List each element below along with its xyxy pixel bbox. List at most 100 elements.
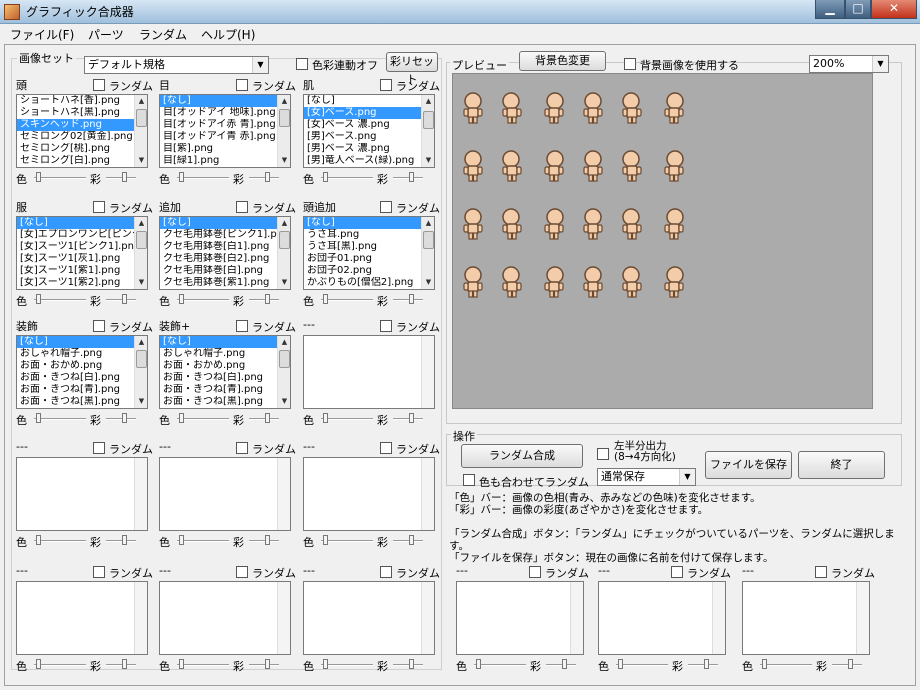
parts-listbox[interactable] <box>159 581 291 655</box>
random-checkbox[interactable] <box>93 320 105 332</box>
list-item[interactable]: 目[オッドアイ青 赤].png <box>160 131 277 143</box>
saturation-slider-knob[interactable] <box>409 413 414 423</box>
list-item[interactable]: [なし] <box>304 95 421 107</box>
hue-slider-track[interactable] <box>321 664 373 666</box>
hue-slider-knob[interactable] <box>179 172 184 182</box>
list-item[interactable]: [女]ベース.png <box>304 107 421 119</box>
save-file-button[interactable]: ファイルを保存 <box>705 451 792 479</box>
menu-parts[interactable]: パーツ <box>88 26 124 43</box>
hue-slider-knob[interactable] <box>36 294 41 304</box>
scroll-up-icon[interactable]: ▲ <box>136 218 147 229</box>
list-item[interactable]: セミロング[桃].png <box>17 143 134 155</box>
scroll-thumb[interactable] <box>279 109 290 127</box>
parts-listbox[interactable] <box>16 457 148 531</box>
list-item[interactable]: [女]スーツ1[紫1].png <box>17 265 134 277</box>
saturation-slider-track[interactable] <box>393 418 423 420</box>
list-item[interactable]: お面・きつね[青].png <box>160 384 277 396</box>
hue-slider-track[interactable] <box>321 418 373 420</box>
hue-slider-track[interactable] <box>34 418 86 420</box>
saturation-slider-track[interactable] <box>106 664 136 666</box>
saturation-slider-knob[interactable] <box>409 294 414 304</box>
saturation-slider-knob[interactable] <box>122 659 127 669</box>
random-checkbox[interactable] <box>380 442 392 454</box>
list-item[interactable]: うさ耳[黒].png <box>304 241 421 253</box>
list-item[interactable]: お団子01.png <box>304 253 421 265</box>
hue-slider-track[interactable] <box>177 540 229 542</box>
list-item[interactable]: おしゃれ帽子.png <box>160 348 277 360</box>
list-item[interactable]: お面・きつね[黒].png <box>17 396 134 408</box>
hue-slider-track[interactable] <box>177 299 229 301</box>
close-button[interactable]: ✕ <box>871 0 917 19</box>
list-item[interactable]: [なし] <box>160 336 277 348</box>
saturation-slider-track[interactable] <box>106 418 136 420</box>
saturation-slider-knob[interactable] <box>704 659 709 669</box>
scroll-down-icon[interactable]: ▼ <box>136 277 147 288</box>
list-item[interactable]: おしゃれ帽子.png <box>17 348 134 360</box>
saturation-reset-button[interactable]: 彩リセット <box>386 52 438 86</box>
hue-slider-track[interactable] <box>616 664 668 666</box>
scroll-thumb[interactable] <box>423 111 434 129</box>
hue-slider-knob[interactable] <box>476 659 481 669</box>
list-item[interactable]: お面・きつね[白].png <box>17 372 134 384</box>
hue-slider-knob[interactable] <box>36 172 41 182</box>
parts-listbox[interactable]: [なし] クセ毛用鉢巻[ピンク1].png クセ毛用鉢巻[白1].png クセ毛用鉢巻… <box>159 216 291 290</box>
list-item[interactable]: [女]スーツ1[紫2].png <box>17 277 134 289</box>
color-link-checkbox[interactable] <box>296 58 308 70</box>
list-item[interactable]: セミロング[白].png <box>17 155 134 167</box>
hue-slider-knob[interactable] <box>179 294 184 304</box>
menu-file[interactable]: ファイル(F) <box>10 26 74 43</box>
hue-slider-track[interactable] <box>34 540 86 542</box>
list-item[interactable]: 目[オッドアイ 地味].png <box>160 107 277 119</box>
random-checkbox[interactable] <box>815 566 827 578</box>
saturation-slider-knob[interactable] <box>122 535 127 545</box>
list-item[interactable]: うさ耳.png <box>304 229 421 241</box>
menu-help[interactable]: ヘルプ(H) <box>201 26 255 43</box>
parts-listbox[interactable]: [なし] うさ耳.png うさ耳[黒].png お団子01.png お団子02.png か… <box>303 216 435 290</box>
scroll-thumb[interactable] <box>136 231 147 249</box>
minimize-button[interactable]: ▁ <box>815 0 845 19</box>
hue-slider-knob[interactable] <box>618 659 623 669</box>
list-item[interactable]: かぶりもの[僧侶2].png <box>304 277 421 289</box>
list-item[interactable]: 目[紫].png <box>160 143 277 155</box>
random-compose-button[interactable]: ランダム合成 <box>461 444 583 468</box>
scroll-up-icon[interactable]: ▲ <box>279 96 290 107</box>
use-bg-image-checkbox[interactable] <box>624 58 636 70</box>
parts-listbox[interactable]: [なし][女]エプロンワンピ[ピンク].png[女]スーツ1[ピンク1].png… <box>16 216 148 290</box>
list-item[interactable]: [なし] <box>17 336 134 348</box>
hue-slider-knob[interactable] <box>36 659 41 669</box>
saturation-slider-track[interactable] <box>249 540 279 542</box>
random-checkbox[interactable] <box>236 566 248 578</box>
list-item[interactable]: クセ毛用鉢巻[紫1].png <box>160 277 277 289</box>
list-item[interactable]: [なし] <box>160 95 277 107</box>
scroll-down-icon[interactable]: ▼ <box>279 155 290 166</box>
scroll-down-icon[interactable]: ▼ <box>136 396 147 407</box>
saturation-slider-knob[interactable] <box>265 172 270 182</box>
exit-button[interactable]: 終了 <box>798 451 885 479</box>
list-item[interactable]: お団子02.png <box>304 265 421 277</box>
scrollbar[interactable]: ▲ ▼ <box>277 95 290 167</box>
scroll-up-icon[interactable]: ▲ <box>136 96 147 107</box>
scrollbar[interactable]: ▲ ▼ <box>421 95 434 167</box>
scrollbar[interactable]: ▲ ▼ <box>421 217 434 289</box>
scroll-up-icon[interactable]: ▲ <box>423 96 434 107</box>
saturation-slider-knob[interactable] <box>265 535 270 545</box>
saturation-slider-track[interactable] <box>249 177 279 179</box>
list-item[interactable]: [なし] <box>160 217 277 229</box>
list-item[interactable]: お面・きつね[青].png <box>17 384 134 396</box>
scroll-down-icon[interactable]: ▼ <box>423 277 434 288</box>
scroll-up-icon[interactable]: ▲ <box>423 218 434 229</box>
saturation-slider-track[interactable] <box>546 664 576 666</box>
parts-listbox[interactable]: ショートハネ[香].png ショートハネ[黒].png スキンヘッド.png セミロン… <box>16 94 148 168</box>
saturation-slider-track[interactable] <box>106 177 136 179</box>
scrollbar[interactable]: ▲ ▼ <box>134 95 147 167</box>
list-item[interactable]: スキンヘッド.png <box>17 119 134 131</box>
random-checkbox[interactable] <box>380 320 392 332</box>
random-checkbox[interactable] <box>236 320 248 332</box>
saturation-slider-knob[interactable] <box>122 294 127 304</box>
hue-slider-track[interactable] <box>177 177 229 179</box>
saturation-slider-track[interactable] <box>688 664 718 666</box>
bg-color-button[interactable]: 背景色変更 <box>519 51 606 71</box>
random-checkbox[interactable] <box>93 201 105 213</box>
scroll-thumb[interactable] <box>136 350 147 368</box>
scroll-thumb[interactable] <box>423 231 434 249</box>
